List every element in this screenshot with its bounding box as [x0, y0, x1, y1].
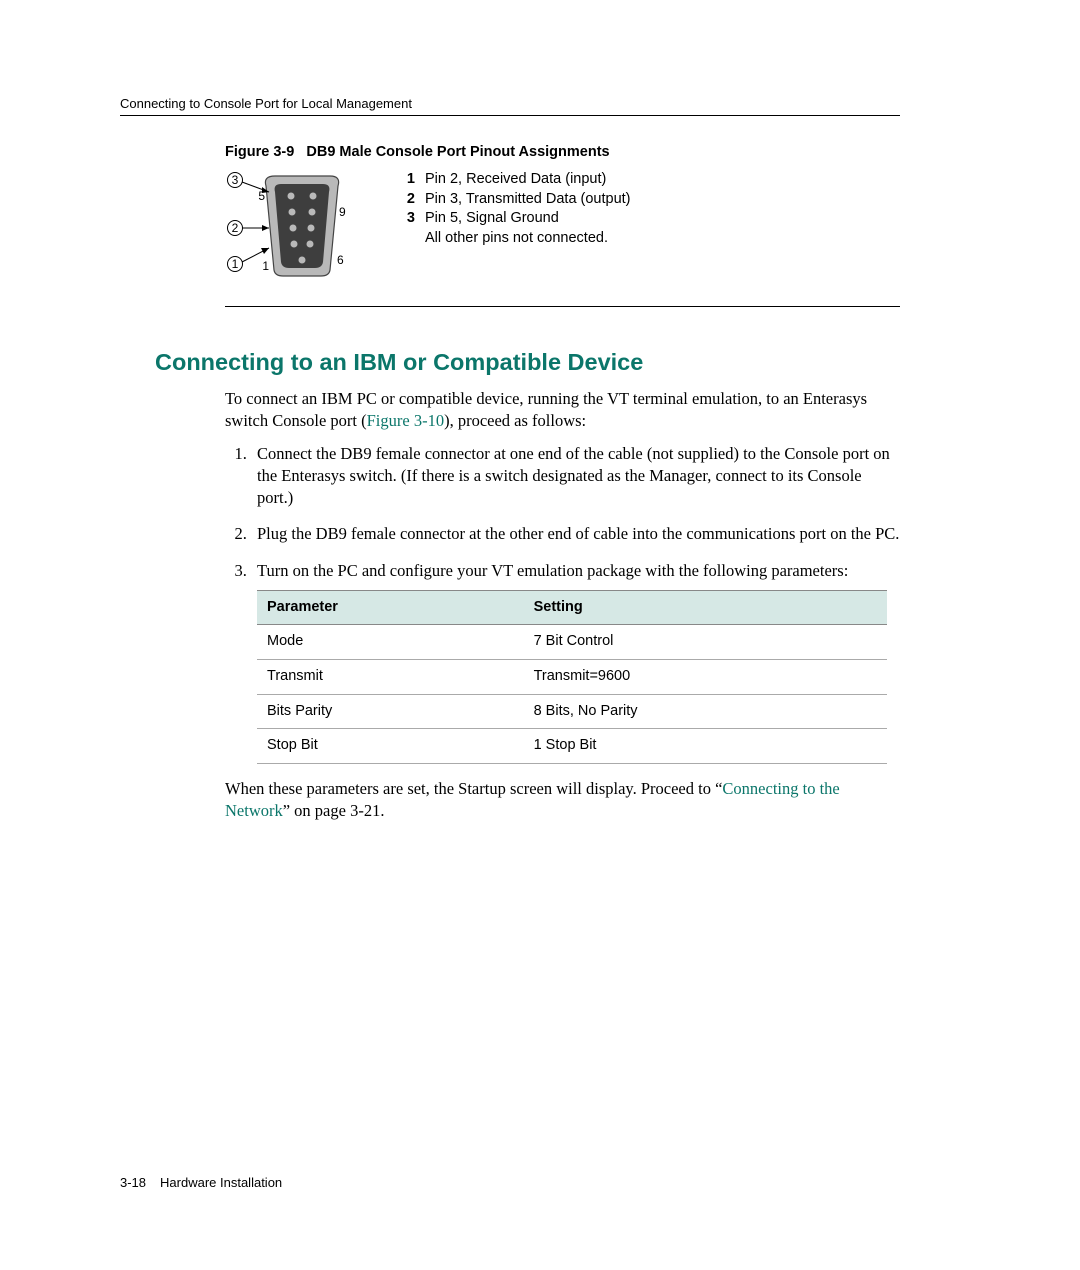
section-divider — [225, 306, 900, 307]
table-header: Parameter — [257, 590, 524, 625]
procedure-step: Plug the DB9 female connector at the oth… — [251, 523, 900, 545]
figure-link[interactable]: Figure 3-10 — [367, 411, 444, 430]
procedure-step: Connect the DB9 female connector at one … — [251, 443, 900, 510]
table-row: TransmitTransmit=9600 — [257, 659, 887, 694]
figure-caption: Figure 3-9 DB9 Male Console Port Pinout … — [225, 144, 900, 160]
svg-text:2: 2 — [232, 221, 239, 235]
parameters-table: Parameter Setting Mode7 Bit Control Tran… — [257, 590, 887, 764]
svg-text:5: 5 — [258, 189, 265, 203]
legend-text: Pin 3, Transmitted Data (output) — [425, 190, 631, 210]
legend-num: 2 — [395, 190, 415, 210]
legend-text: All other pins not connected. — [425, 229, 608, 249]
table-row: Stop Bit1 Stop Bit — [257, 729, 887, 764]
intro-paragraph: To connect an IBM PC or compatible devic… — [225, 388, 900, 433]
legend-num: 1 — [395, 170, 415, 190]
svg-text:9: 9 — [339, 205, 346, 219]
legend-num — [395, 229, 415, 249]
svg-text:1: 1 — [262, 259, 269, 273]
svg-text:3: 3 — [232, 173, 239, 187]
table-row: Bits Parity8 Bits, No Parity — [257, 694, 887, 729]
figure-label: Figure 3-9 — [225, 144, 294, 160]
svg-text:6: 6 — [337, 253, 344, 267]
legend-num: 3 — [395, 209, 415, 229]
procedure-step: Turn on the PC and configure your VT emu… — [251, 560, 900, 764]
chapter-title: Hardware Installation — [160, 1175, 282, 1190]
section-heading: Connecting to an IBM or Compatible Devic… — [155, 349, 900, 376]
legend-text: Pin 2, Received Data (input) — [425, 170, 606, 190]
table-row: Mode7 Bit Control — [257, 625, 887, 660]
procedure-list: Connect the DB9 female connector at one … — [225, 443, 900, 764]
trailing-paragraph: When these parameters are set, the Start… — [225, 778, 900, 823]
db9-connector-diagram: 3 2 1 5 9 1 6 — [225, 170, 355, 284]
table-header: Setting — [524, 590, 887, 625]
figure-legend: 1 Pin 2, Received Data (input) 2 Pin 3, Tr… — [395, 170, 631, 248]
figure-title: DB9 Male Console Port Pinout Assignments — [306, 144, 609, 160]
page-number: 3-18 — [120, 1175, 146, 1190]
page-footer: 3-18 Hardware Installation — [120, 1175, 282, 1190]
svg-text:1: 1 — [232, 257, 239, 271]
running-header: Connecting to Console Port for Local Man… — [120, 96, 900, 116]
legend-text: Pin 5, Signal Ground — [425, 209, 559, 229]
